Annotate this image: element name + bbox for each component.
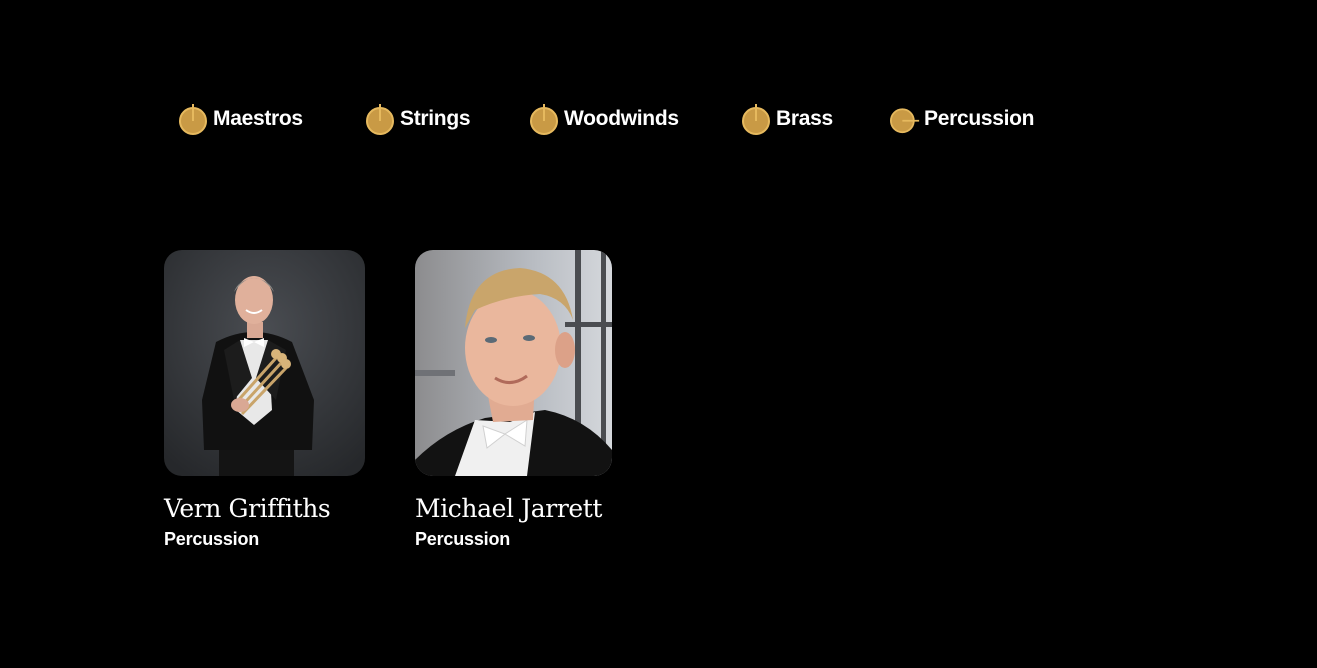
knob-icon [530,104,558,135]
knob-selected-icon [890,108,920,134]
filter-label: Woodwinds [564,107,679,130]
filter-label: Strings [400,107,471,130]
filter-label: Percussion [924,107,1035,130]
filter-woodwinds[interactable]: Woodwinds [530,102,742,136]
member-card[interactable]: Vern Griffiths Percussion [164,250,415,550]
filter-maestros[interactable]: Maestros [179,102,366,136]
filter-label: Maestros [213,107,303,130]
page: Maestros Strings Woodwinds Brass Percuss… [0,0,1317,668]
member-name[interactable]: Michael Jarrett [415,494,666,524]
member-grid: Vern Griffiths Percussion Michael Jarret… [164,250,666,550]
filter-label: Brass [776,107,833,130]
member-photo[interactable] [415,250,612,476]
filter-brass[interactable]: Brass [742,102,890,136]
knob-icon [179,104,207,135]
member-section: Percussion [164,529,260,549]
member-name[interactable]: Vern Griffiths [164,494,415,524]
member-photo[interactable] [164,250,365,476]
section-filter-bar: Maestros Strings Woodwinds Brass Percuss… [179,102,1050,136]
filter-strings[interactable]: Strings [366,102,530,136]
member-card[interactable]: Michael Jarrett Percussion [415,250,666,550]
knob-icon [366,104,394,135]
filter-percussion[interactable]: Percussion [890,102,1050,136]
member-section: Percussion [415,529,511,549]
knob-icon [742,104,770,135]
